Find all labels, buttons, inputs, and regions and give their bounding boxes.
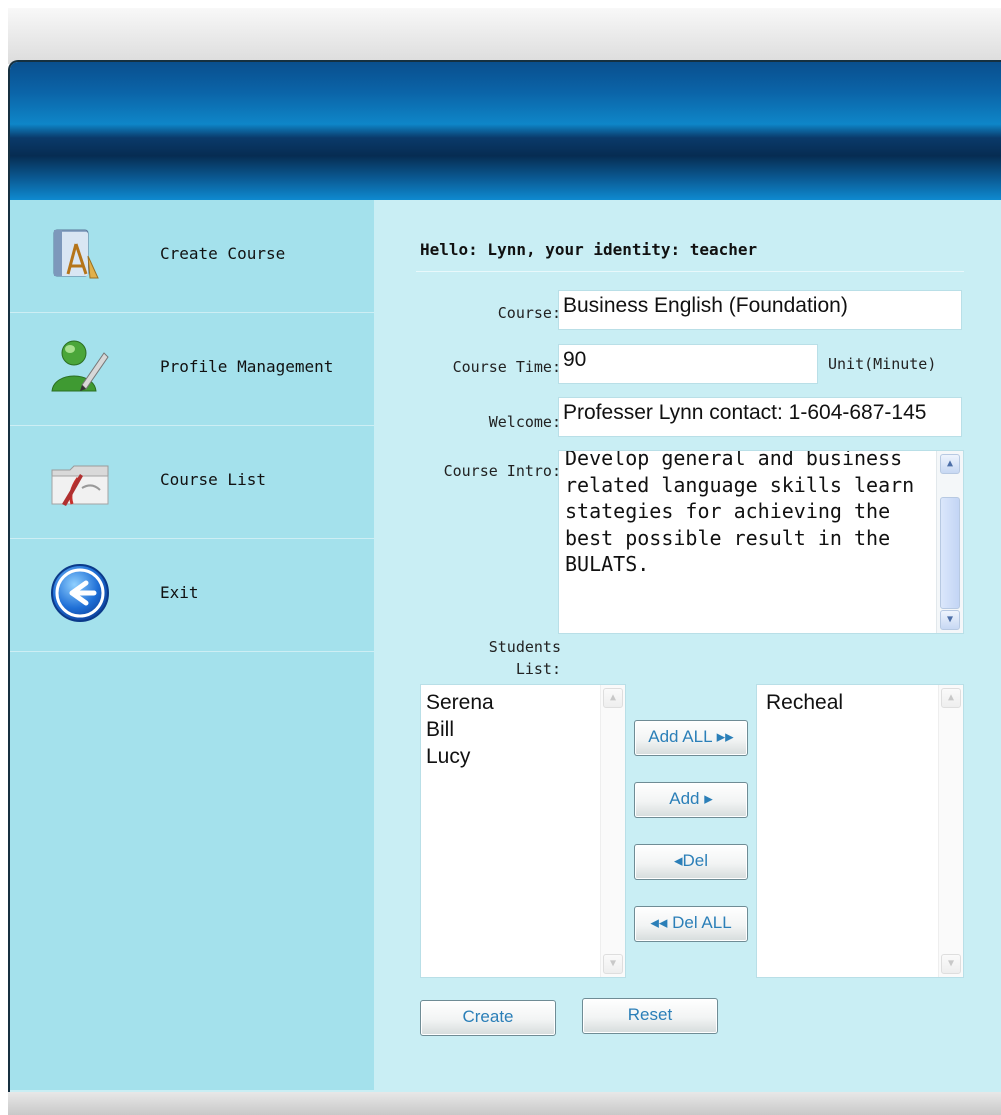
sidebar-item-create-course[interactable]: Create Course xyxy=(10,200,374,313)
list-item[interactable]: Lucy xyxy=(421,743,625,770)
add-all-button[interactable]: Add ALL ▸▸ xyxy=(634,720,748,756)
scroll-down-icon[interactable]: ▼ xyxy=(941,954,961,974)
list-item[interactable]: Recheal xyxy=(761,689,963,716)
available-students-list[interactable]: Serena Bill Lucy ▲ ▼ xyxy=(420,684,626,978)
course-time-label: Course Time: xyxy=(452,358,561,376)
sidebar-item-label: Profile Management xyxy=(160,357,334,376)
scroll-thumb[interactable] xyxy=(940,497,960,609)
selected-list-scrollbar[interactable]: ▲ ▼ xyxy=(938,685,963,977)
course-intro-text: Develop general and business related lan… xyxy=(565,450,927,576)
sidebar-item-label: Course List xyxy=(160,470,266,489)
reset-button[interactable]: Reset xyxy=(582,998,718,1034)
course-intro-scrollbar[interactable]: ▲ ▼ xyxy=(936,451,963,633)
sidebar: Create Course Profile Management Course … xyxy=(10,200,374,1090)
students-list-label-line2: List: xyxy=(515,660,561,678)
list-item[interactable]: Bill xyxy=(421,716,625,743)
course-label: Course: xyxy=(497,304,561,322)
scroll-down-icon[interactable]: ▼ xyxy=(603,954,623,974)
welcome-input[interactable]: Professer Lynn contact: 1-604-687-145 xyxy=(558,397,962,437)
list-item[interactable]: Serena xyxy=(421,689,625,716)
scroll-up-icon[interactable]: ▲ xyxy=(603,688,623,708)
sidebar-item-exit[interactable]: Exit xyxy=(10,539,374,652)
scroll-up-icon[interactable]: ▲ xyxy=(941,688,961,708)
main-content: Hello: Lynn, your identity: teacher Cour… xyxy=(376,200,1001,1090)
scroll-up-icon[interactable]: ▲ xyxy=(940,454,960,474)
bottom-bar xyxy=(8,1092,1001,1115)
sidebar-item-label: Create Course xyxy=(160,244,286,263)
user-profile-icon xyxy=(51,340,109,392)
sidebar-item-label: Exit xyxy=(160,583,199,602)
del-button[interactable]: ◂Del xyxy=(634,844,748,880)
course-intro-label: Course Intro: xyxy=(443,462,561,480)
app-window: Create Course Profile Management Course … xyxy=(8,60,1001,1094)
course-list-icon xyxy=(51,465,109,506)
del-all-button[interactable]: ◂◂ Del ALL xyxy=(634,906,748,942)
sidebar-item-course-list[interactable]: Course List xyxy=(10,426,374,539)
header-banner xyxy=(10,62,1001,200)
browser-top-bar xyxy=(8,8,1001,64)
divider xyxy=(416,271,964,272)
greeting-text: Hello: Lynn, your identity: teacher xyxy=(420,240,758,259)
available-list-scrollbar[interactable]: ▲ ▼ xyxy=(600,685,625,977)
add-button[interactable]: Add ▸ xyxy=(634,782,748,818)
course-intro-textarea[interactable]: Develop general and business related lan… xyxy=(558,450,964,634)
selected-students-list[interactable]: Recheal ▲ ▼ xyxy=(756,684,964,978)
create-button[interactable]: Create xyxy=(420,1000,556,1036)
course-time-input[interactable]: 90 xyxy=(558,344,818,384)
course-input[interactable]: Business English (Foundation) xyxy=(558,290,962,330)
course-time-unit: Unit(Minute) xyxy=(828,355,937,373)
back-arrow-icon xyxy=(51,564,109,622)
students-list-label-line1: Students xyxy=(488,638,561,656)
sidebar-item-profile-management[interactable]: Profile Management xyxy=(10,313,374,426)
scroll-down-icon[interactable]: ▼ xyxy=(940,610,960,630)
create-course-icon xyxy=(53,229,99,279)
welcome-label: Welcome: xyxy=(488,413,561,431)
